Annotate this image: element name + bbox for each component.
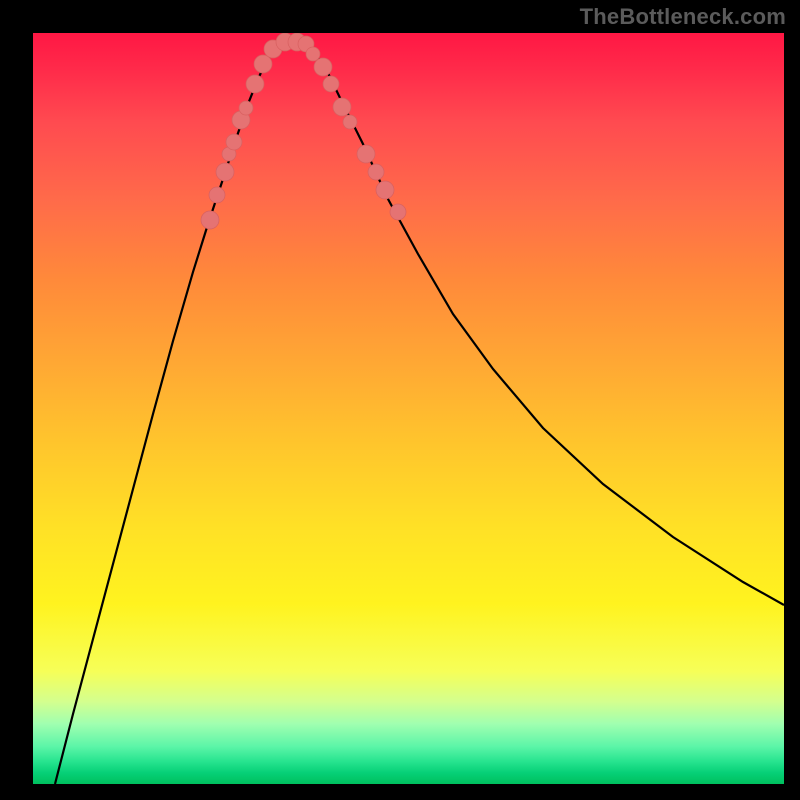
sample-dot xyxy=(323,76,339,92)
sample-dot xyxy=(343,115,357,129)
sample-dot xyxy=(368,164,384,180)
sample-dot xyxy=(216,163,234,181)
bottleneck-curve xyxy=(55,42,784,784)
sample-dot xyxy=(246,75,264,93)
curve-layer xyxy=(55,42,784,784)
sample-dot xyxy=(306,47,320,61)
sample-dot xyxy=(226,134,242,150)
watermark-text: TheBottleneck.com xyxy=(580,4,786,30)
sample-dot xyxy=(333,98,351,116)
sample-dot xyxy=(390,204,406,220)
sample-dot xyxy=(376,181,394,199)
sample-dot xyxy=(357,145,375,163)
sample-dot xyxy=(239,101,253,115)
chart-frame: TheBottleneck.com xyxy=(0,0,800,800)
sample-dot xyxy=(254,55,272,73)
sample-dot xyxy=(314,58,332,76)
sample-dot xyxy=(201,211,219,229)
plot-area xyxy=(33,33,784,784)
chart-svg xyxy=(33,33,784,784)
sample-dot xyxy=(209,187,225,203)
dots-layer xyxy=(201,33,406,229)
